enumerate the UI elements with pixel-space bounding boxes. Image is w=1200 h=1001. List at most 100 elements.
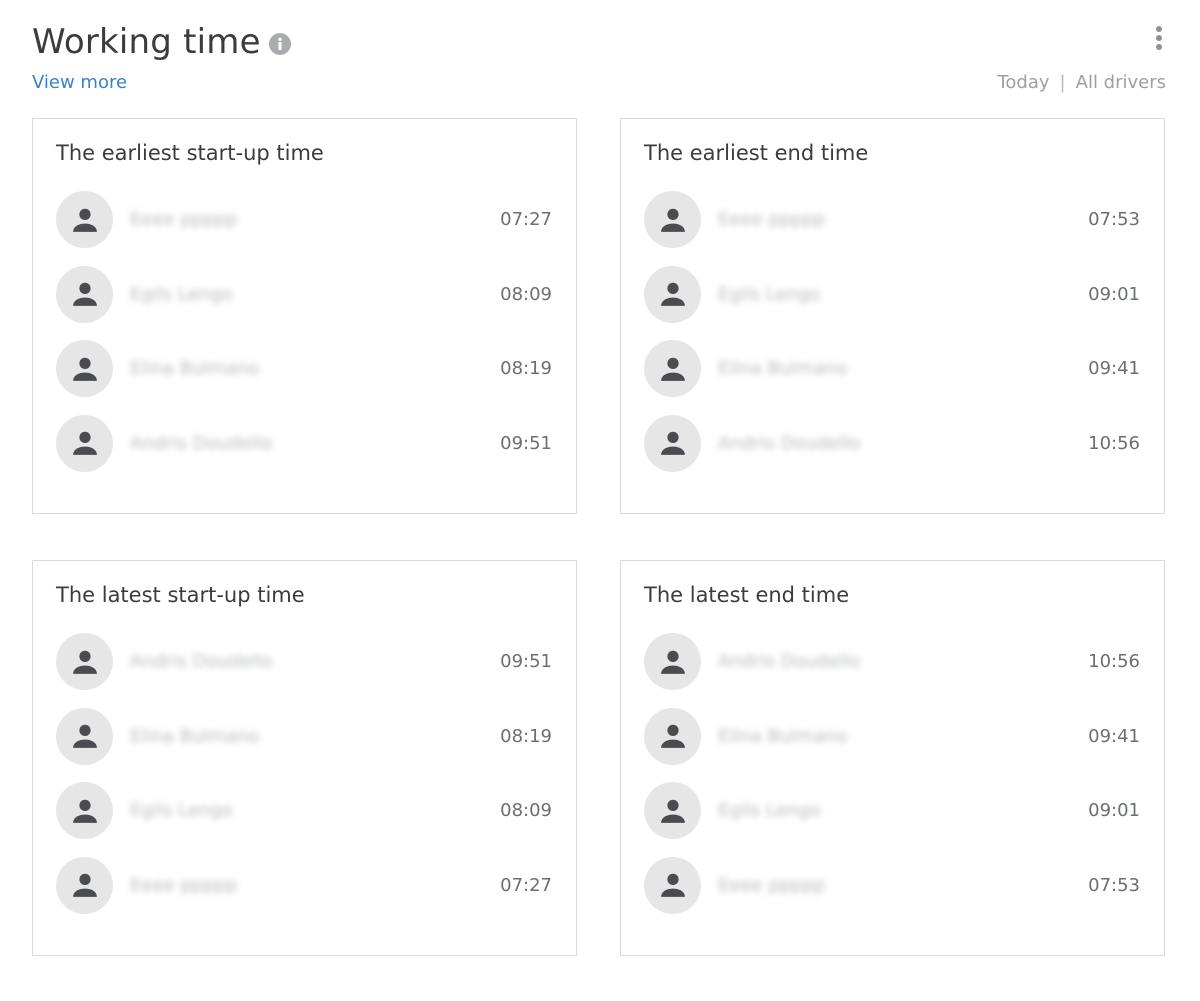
time-value: 07:53 (1088, 874, 1140, 896)
driver-name: Andris Doudello (718, 432, 861, 454)
driver-name: Elina Bulmano (130, 725, 260, 747)
avatar (644, 340, 701, 397)
avatar (644, 782, 701, 839)
card-title: The earliest end time (644, 141, 869, 165)
time-value: 09:01 (1088, 283, 1140, 305)
list-item[interactable]: Andris Doudello 10:56 (644, 633, 1140, 690)
list-item[interactable]: Egils Lengo 09:01 (644, 782, 1140, 839)
driver-name: Andris Doudello (130, 651, 273, 672)
driver-name: Elina Bulmano (718, 358, 848, 379)
avatar (644, 265, 701, 323)
time-value: 10:56 (1088, 651, 1140, 672)
card-earliest-start: The earliest start-up time Eeee ppppp 07… (32, 118, 577, 514)
avatar (56, 414, 113, 472)
card-earliest-end: The earliest end time Eeee ppppp 07:53 E… (620, 118, 1165, 514)
driver-list: Andris Doudello 10:56 Elina Bulmano 09:4… (644, 633, 1140, 931)
filter-separator: | (1059, 72, 1066, 93)
person-icon (660, 282, 685, 306)
person-icon (72, 873, 97, 897)
avatar (56, 265, 113, 323)
person-icon (660, 431, 685, 455)
card-latest-start: The latest start-up time Andris Doudello… (32, 560, 577, 956)
person-icon (72, 650, 97, 674)
driver-name: Egils Lengo (130, 800, 233, 821)
driver-name: Egils Lengo (130, 283, 233, 305)
person-icon (660, 208, 685, 232)
time-value: 08:19 (500, 725, 552, 747)
avatar (644, 191, 701, 248)
time-value: 08:09 (500, 800, 552, 821)
person-icon (72, 282, 97, 306)
period-filter[interactable]: Today (997, 72, 1049, 93)
card-title: The latest end time (644, 583, 850, 607)
widget-header: Working time View more Today | All drive… (32, 20, 1166, 100)
avatar (56, 707, 113, 765)
avatar (644, 856, 701, 914)
filters: Today | All drivers (997, 72, 1166, 93)
list-item[interactable]: Elina Bulmano 09:41 (644, 707, 1140, 765)
avatar (56, 856, 113, 914)
time-value: 09:51 (500, 432, 552, 454)
info-icon[interactable] (268, 33, 291, 55)
time-value: 09:41 (1088, 725, 1140, 747)
driver-name: Eeee ppppp (130, 209, 238, 230)
drivers-filter[interactable]: All drivers (1076, 72, 1166, 93)
list-item[interactable]: Egils Lengo 09:01 (644, 265, 1140, 323)
person-icon (660, 799, 685, 823)
person-icon (72, 724, 97, 748)
driver-name: Andris Doudello (130, 432, 273, 454)
driver-name: Eeee ppppp (718, 209, 826, 230)
more-vertical-icon[interactable] (1152, 24, 1166, 54)
driver-name: Egils Lengo (718, 800, 821, 821)
time-value: 08:09 (500, 283, 552, 305)
list-item[interactable]: Elina Bulmano 09:41 (644, 340, 1140, 397)
person-icon (660, 724, 685, 748)
avatar (56, 340, 113, 397)
avatar (56, 782, 113, 839)
person-icon (660, 650, 685, 674)
driver-list: Eeee ppppp 07:53 Egils Lengo 09:01 Elina… (644, 191, 1140, 489)
avatar (644, 707, 701, 765)
card-title: The latest start-up time (56, 583, 305, 607)
card-latest-end: The latest end time Andris Doudello 10:5… (620, 560, 1165, 956)
person-icon (72, 431, 97, 455)
driver-name: Elina Bulmano (718, 725, 848, 747)
list-item[interactable]: Eeee ppppp 07:53 (644, 856, 1140, 914)
driver-name: Andris Doudello (718, 651, 861, 672)
avatar (644, 633, 701, 690)
time-value: 10:56 (1088, 432, 1140, 454)
time-value: 09:01 (1088, 800, 1140, 821)
person-icon (660, 873, 685, 897)
list-item[interactable]: Andris Doudello 09:51 (56, 414, 552, 472)
avatar (644, 414, 701, 472)
time-value: 07:53 (1088, 209, 1140, 230)
driver-list: Eeee ppppp 07:27 Egils Lengo 08:09 Elina… (56, 191, 552, 489)
list-item[interactable]: Andris Doudello 09:51 (56, 633, 552, 690)
list-item[interactable]: Elina Bulmano 08:19 (56, 707, 552, 765)
list-item[interactable]: Eeee ppppp 07:27 (56, 856, 552, 914)
list-item[interactable]: Elina Bulmano 08:19 (56, 340, 552, 397)
driver-name: Egils Lengo (718, 283, 821, 305)
time-value: 07:27 (500, 874, 552, 896)
person-icon (660, 357, 685, 381)
time-value: 09:41 (1088, 358, 1140, 379)
view-more-link[interactable]: View more (32, 72, 127, 93)
list-item[interactable]: Egils Lengo 08:09 (56, 782, 552, 839)
driver-name: Elina Bulmano (130, 358, 260, 379)
title-row: Working time (32, 20, 1166, 64)
list-item[interactable]: Egils Lengo 08:09 (56, 265, 552, 323)
person-icon (72, 208, 97, 232)
list-item[interactable]: Eeee ppppp 07:27 (56, 191, 552, 248)
page-title: Working time (32, 22, 261, 62)
person-icon (72, 799, 97, 823)
time-value: 09:51 (500, 651, 552, 672)
person-icon (72, 357, 97, 381)
avatar (56, 633, 113, 690)
driver-name: Eeee ppppp (130, 874, 238, 896)
driver-name: Eeee ppppp (718, 874, 826, 896)
time-value: 07:27 (500, 209, 552, 230)
time-value: 08:19 (500, 358, 552, 379)
list-item[interactable]: Andris Doudello 10:56 (644, 414, 1140, 472)
card-title: The earliest start-up time (56, 141, 324, 165)
list-item[interactable]: Eeee ppppp 07:53 (644, 191, 1140, 248)
